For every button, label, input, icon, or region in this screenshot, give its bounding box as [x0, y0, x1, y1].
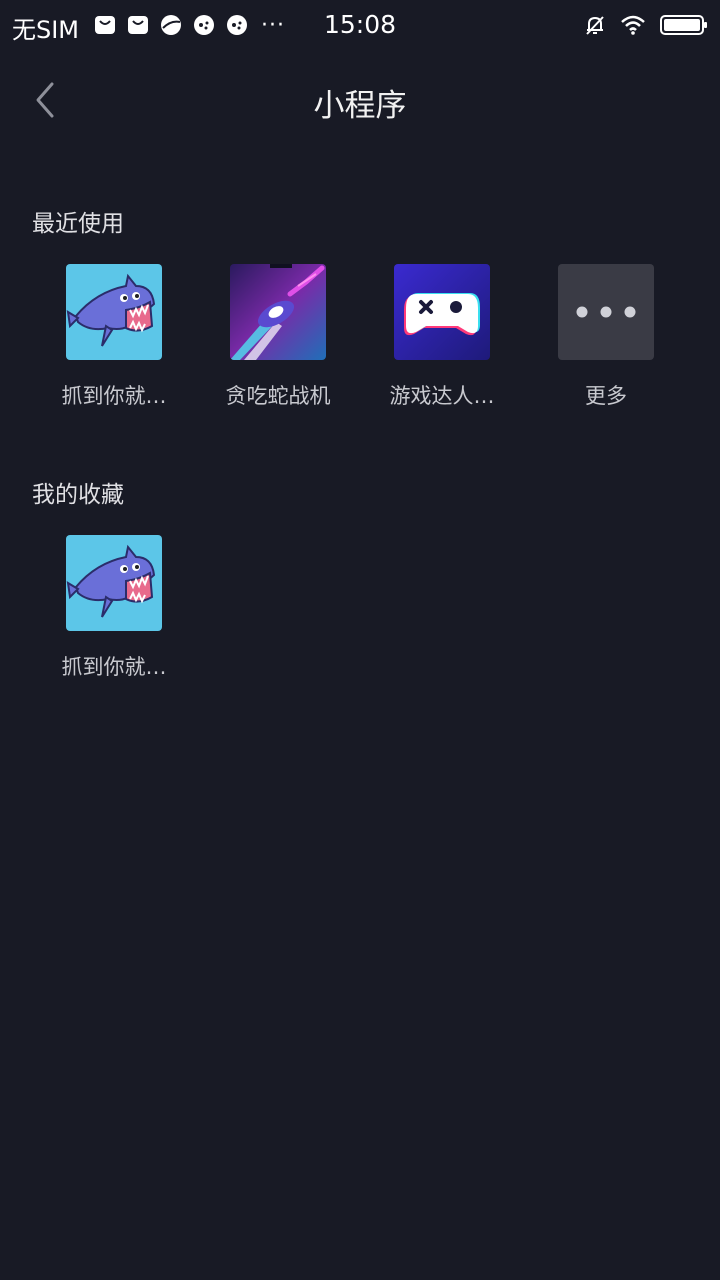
- mini-program-item[interactable]: 抓到你就…: [32, 535, 196, 681]
- favorites-grid: 抓到你就…: [0, 535, 720, 681]
- mini-program-item[interactable]: 抓到你就…: [32, 264, 196, 410]
- more-label: 更多: [585, 384, 627, 408]
- spaceship-game-icon: [230, 264, 326, 360]
- system-icons: [570, 12, 708, 38]
- wifi-icon: [621, 15, 645, 35]
- nav-bar: 小程序: [0, 50, 720, 150]
- recent-section-title: 最近使用: [32, 211, 124, 237]
- shark-game-icon: [66, 264, 162, 360]
- mini-program-label: 游戏达人…: [389, 384, 495, 408]
- shark-game-icon: [66, 535, 162, 631]
- mini-program-label: 贪吃蛇战机: [225, 384, 331, 408]
- mini-program-label: 抓到你就…: [61, 384, 167, 408]
- gamepad-icon: [394, 264, 490, 360]
- more-icon: [558, 264, 654, 360]
- page-title: 小程序: [313, 88, 407, 124]
- status-bar: 无SIM ··· 15:08: [0, 0, 720, 50]
- mini-program-item[interactable]: 游戏达人…: [360, 264, 524, 410]
- bell-muted-icon: [586, 16, 604, 35]
- battery-icon: [660, 15, 707, 35]
- recent-grid: 抓到你就… 贪吃蛇战机 游戏达人… 更多: [0, 264, 720, 410]
- mini-program-item[interactable]: 贪吃蛇战机: [196, 264, 360, 410]
- favorites-section-title: 我的收藏: [32, 482, 124, 508]
- mini-program-label: 抓到你就…: [61, 655, 167, 679]
- more-button[interactable]: 更多: [524, 264, 688, 410]
